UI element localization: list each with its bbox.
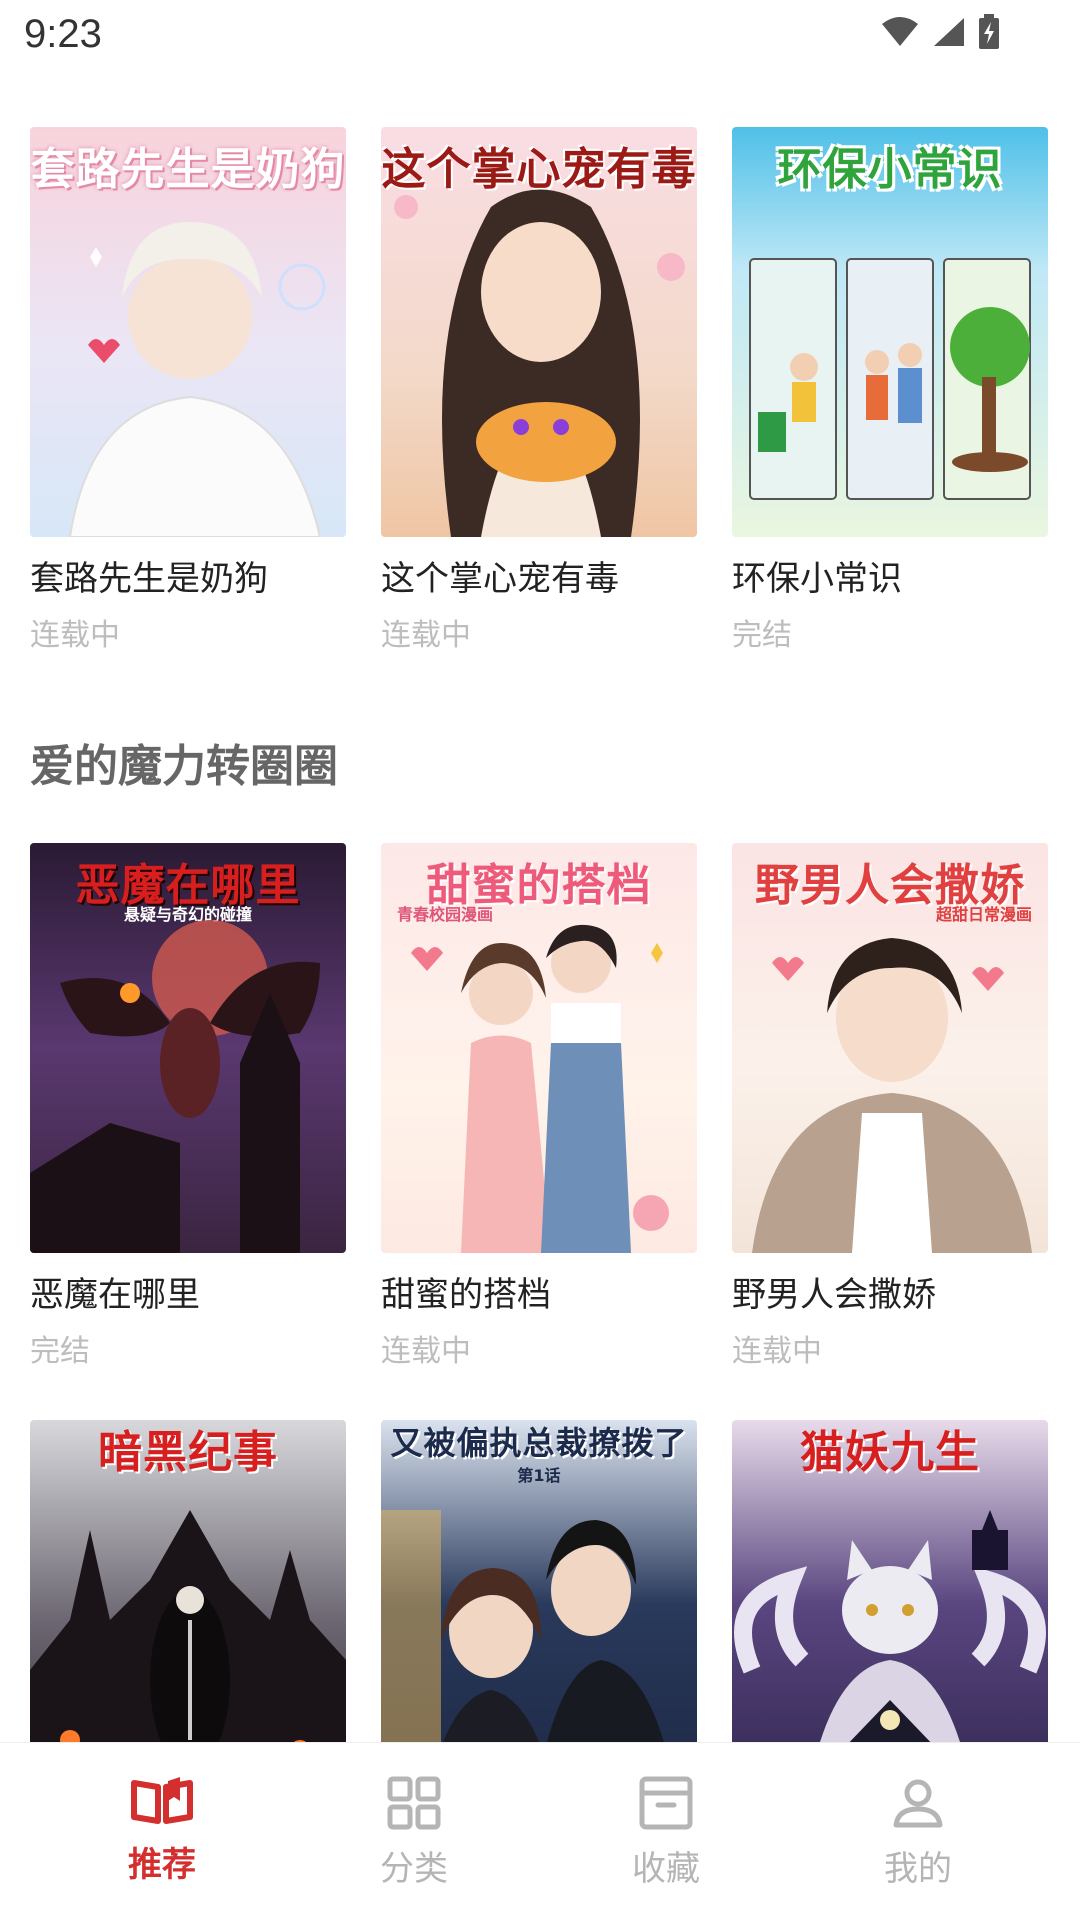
cover-illustration <box>394 189 685 537</box>
comic-cover[interactable]: 猫妖九生 <box>732 1420 1048 1742</box>
section-title: 爱的魔力转圈圈 <box>30 741 338 792</box>
nav-label: 分类 <box>380 1849 448 1889</box>
comic-cover[interactable]: 环保小常识 <box>732 127 1048 537</box>
cover-illustration <box>749 258 1031 500</box>
cover-illustration <box>68 222 326 537</box>
comic-cover[interactable]: 这个掌心宠有毒 <box>381 127 697 537</box>
comic-title[interactable]: 环保小常识 <box>732 551 1048 600</box>
comic-title[interactable]: 恶魔在哪里 <box>30 1267 346 1316</box>
comic-card[interactable]: 甜蜜的搭档 青春校园漫画 甜蜜的搭档 连载中 <box>381 843 697 1370</box>
comic-title[interactable]: 野男人会撒娇 <box>732 1267 1048 1316</box>
cover-illustration <box>381 1510 664 1742</box>
comic-card[interactable]: 套路先生是奶狗 套路先生是奶狗 连载中 <box>30 127 346 654</box>
cover-illustration <box>30 920 320 1253</box>
cover-illustration <box>752 938 1032 1253</box>
comic-title[interactable]: 甜蜜的搭档 <box>381 1267 697 1316</box>
comic-cover[interactable]: 暗黑纪事 <box>30 1420 346 1742</box>
comic-status: 连载中 <box>381 618 471 653</box>
archive-box-icon <box>639 1776 693 1830</box>
comic-cover[interactable]: 野男人会撒娇 超甜日常漫画 <box>732 843 1048 1253</box>
book-open-icon <box>131 1777 193 1824</box>
status-bar: 9:23 <box>0 0 1080 72</box>
cover-illustration <box>411 924 669 1253</box>
comic-title[interactable]: 这个掌心宠有毒 <box>381 551 697 600</box>
content-scroll[interactable]: 套路先生是奶狗 套路先生是奶狗 连载中 这个掌心宠有毒 这个掌心宠有毒 连载中 … <box>0 72 1080 1742</box>
wifi-icon <box>882 17 918 46</box>
comic-card[interactable]: 野男人会撒娇 超甜日常漫画 野男人会撒娇 连载中 <box>732 843 1048 1370</box>
nav-tab-profile[interactable]: 我的 <box>792 1743 1044 1921</box>
comic-title[interactable]: 套路先生是奶狗 <box>30 551 346 600</box>
signal-icon <box>934 18 964 46</box>
comic-status: 连载中 <box>732 1334 822 1369</box>
comic-card[interactable]: 恶魔在哪里 悬疑与奇幻的碰撞 恶魔在哪里 完结 <box>30 843 346 1370</box>
comic-cover[interactable]: 又被偏执总裁撩拨了 第1话 <box>381 1420 697 1742</box>
comic-card[interactable]: 这个掌心宠有毒 这个掌心宠有毒 连载中 <box>381 127 697 654</box>
nav-label: 我的 <box>884 1849 952 1889</box>
battery-icon <box>979 14 999 49</box>
comic-cover[interactable]: 甜蜜的搭档 青春校园漫画 <box>381 843 697 1253</box>
nav-tab-favorites[interactable]: 收藏 <box>540 1743 792 1921</box>
status-time: 9:23 <box>24 12 102 56</box>
comic-card[interactable]: 又被偏执总裁撩拨了 第1话 <box>381 1420 697 1742</box>
nav-label: 收藏 <box>632 1849 700 1889</box>
comic-status: 连载中 <box>30 618 120 653</box>
bottom-nav: 推荐 分类 收藏 我的 <box>0 1742 1080 1921</box>
comic-cover[interactable]: 恶魔在哪里 悬疑与奇幻的碰撞 <box>30 843 346 1253</box>
status-icons <box>880 14 1000 50</box>
comic-cover[interactable]: 套路先生是奶狗 <box>30 127 346 537</box>
cover-illustration <box>734 1510 1046 1742</box>
comic-card[interactable]: 暗黑纪事 <box>30 1420 346 1742</box>
comic-card[interactable]: 猫妖九生 <box>732 1420 1048 1742</box>
comic-status: 完结 <box>732 618 792 653</box>
nav-tab-recommend[interactable]: 推荐 <box>36 1743 288 1921</box>
nav-label: 推荐 <box>128 1845 196 1885</box>
comic-card[interactable]: 环保小常识 环保小常识 完结 <box>732 127 1048 654</box>
cover-illustration <box>30 1510 346 1742</box>
grid-icon <box>387 1776 441 1830</box>
nav-tab-category[interactable]: 分类 <box>288 1743 540 1921</box>
comic-status: 连载中 <box>381 1334 471 1369</box>
person-icon <box>893 1779 943 1828</box>
comic-status: 完结 <box>30 1334 90 1369</box>
